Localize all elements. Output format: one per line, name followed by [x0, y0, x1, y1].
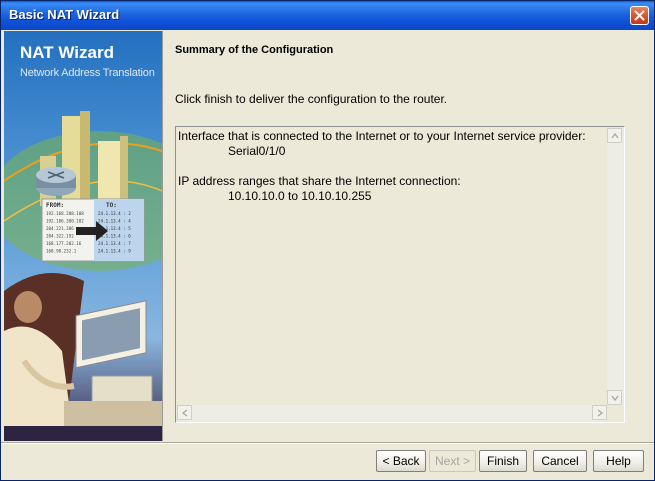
scroll-right-button[interactable]	[592, 405, 607, 420]
finish-button[interactable]: Finish	[479, 450, 527, 472]
horizontal-scrollbar[interactable]	[177, 405, 607, 421]
scroll-right-icon	[597, 409, 604, 417]
help-button[interactable]: Help	[593, 450, 644, 472]
wizard-sidebar: FROM: TO: 192.168.208.108 24.1.13.4 : 2 19…	[4, 31, 163, 441]
scroll-left-icon	[181, 409, 188, 417]
router-icon	[36, 167, 76, 196]
illustration-to-cell: 24.1.13.4 : 2	[98, 211, 131, 216]
illustration-from-cell: 168.90.232.1	[46, 249, 77, 254]
summary-text: Interface that is connected to the Inter…	[178, 129, 604, 404]
scroll-down-button[interactable]	[607, 390, 622, 405]
illustration-to-cell: 24.1.13.4 : 9	[98, 249, 131, 254]
scroll-corner	[607, 405, 623, 421]
window-title: Basic NAT Wizard	[9, 7, 120, 22]
sidebar-subtitle: Network Address Translation	[20, 67, 155, 79]
back-button[interactable]: < Back	[376, 450, 426, 472]
wizard-content: Summary of the Configuration Click finis…	[163, 31, 641, 441]
ip-range-label: IP address ranges that share the Interne…	[178, 174, 461, 188]
illustration-from-cell: 192.168.208.108	[46, 211, 84, 216]
close-icon	[634, 10, 645, 21]
close-button[interactable]	[630, 6, 649, 25]
scroll-down-icon	[611, 395, 619, 402]
illustration-header-to: TO:	[106, 202, 117, 209]
illustration-from-cell: 168.177.202.16	[46, 241, 82, 246]
scroll-up-icon	[611, 132, 619, 139]
scroll-up-button[interactable]	[607, 128, 622, 143]
ip-range-value: 10.10.10.0 to 10.10.10.255	[228, 189, 372, 203]
next-button[interactable]: Next >	[429, 450, 476, 472]
summary-textarea[interactable]: Interface that is connected to the Inter…	[175, 126, 625, 423]
page-heading: Summary of the Configuration	[175, 44, 334, 56]
interface-value: Serial0/1/0	[228, 144, 286, 158]
scroll-left-button[interactable]	[177, 405, 192, 420]
sidebar-illustration: FROM: TO: 192.168.208.108 24.1.13.4 : 2 19…	[4, 31, 162, 441]
illustration-to-cell: 24.1.13.4 : 4	[98, 219, 131, 224]
vertical-scrollbar[interactable]	[607, 128, 623, 405]
illustration-from-cell: 204.322.192	[46, 234, 74, 239]
illustration-to-cell: 24.1.13.4 : 7	[98, 241, 131, 246]
illustration-header-from: FROM:	[46, 202, 64, 209]
illustration-from-cell: 204.221.386	[46, 226, 74, 231]
nat-wizard-window: Basic NAT Wizard FROM: TO: 192.168.208.1…	[0, 0, 655, 481]
sidebar-title: NAT Wizard	[20, 43, 114, 62]
instruction-text: Click finish to deliver the configuratio…	[175, 92, 448, 106]
interface-label: Interface that is connected to the Inter…	[178, 129, 586, 143]
button-bar-divider	[1, 442, 654, 444]
illustration-from-cell: 192.106.300.102	[46, 219, 84, 224]
cancel-button[interactable]: Cancel	[533, 450, 587, 472]
title-bar[interactable]: Basic NAT Wizard	[1, 1, 654, 30]
